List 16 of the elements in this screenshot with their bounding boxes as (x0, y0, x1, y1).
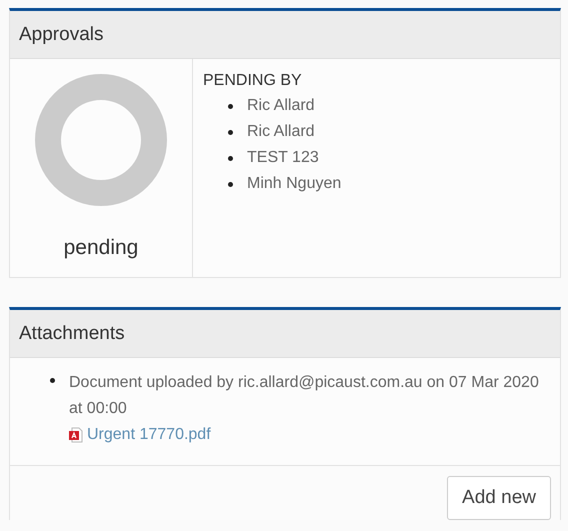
upload-note: Document uploaded by ric.allard@picaust.com.au on 07 Mar 2020 at 00:00 (69, 373, 540, 419)
bullet-icon (50, 378, 55, 383)
panel-title: Approvals (10, 11, 560, 59)
bullet-icon (228, 182, 233, 186)
status-label: pending (64, 236, 138, 260)
approver-name: Ric Allard (247, 97, 315, 115)
approver-name: Minh Nguyen (247, 175, 342, 193)
bullet-icon (228, 156, 233, 160)
panel-title: Attachments (10, 310, 560, 358)
pdf-file-icon (69, 427, 83, 443)
approver-name: TEST 123 (247, 149, 319, 167)
bullet-icon (228, 130, 233, 134)
bullet-icon (228, 104, 233, 108)
list-heading: PENDING BY (203, 72, 303, 90)
approver-name: Ric Allard (247, 123, 315, 141)
add-new-button[interactable]: Add new (447, 476, 551, 520)
